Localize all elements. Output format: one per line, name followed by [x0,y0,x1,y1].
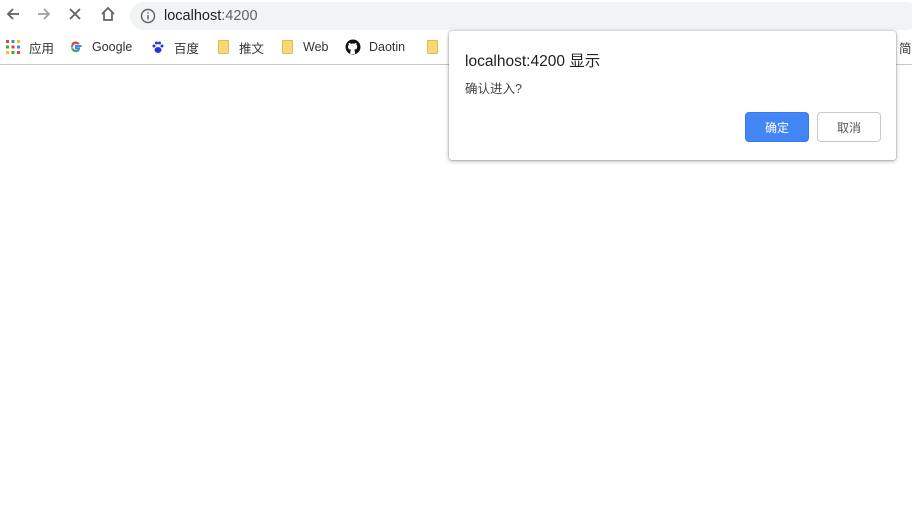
bookmark-google[interactable]: Google [68,32,132,62]
forward-arrow-icon [35,5,53,28]
bookmark-label: 百度 [174,41,200,56]
bookmark-label: Web [303,40,329,54]
home-button[interactable] [95,3,121,29]
apps-grid-icon [5,39,21,55]
github-icon [345,39,361,55]
bookmark-overflow-char: 简 [899,41,912,56]
home-icon [99,5,117,28]
confirm-dialog: localhost:4200 显示 确认进入? 确定 取消 [449,31,896,160]
folder-icon [215,39,231,55]
bookmark-label: 应用 [29,41,55,56]
bookmark-label: 推文 [239,41,265,56]
url-port: :4200 [221,8,258,24]
bookmark-daotin[interactable]: Daotin [345,32,405,62]
stop-loading-button[interactable] [62,3,88,29]
bookmark-baidu[interactable]: 百度 [150,32,199,62]
bookmark-label: Google [92,40,133,54]
dialog-message: 确认进入? [465,82,522,96]
ok-button[interactable]: 确定 [745,112,809,142]
address-bar[interactable]: localhost:4200 [130,2,912,30]
forward-button[interactable] [31,3,57,29]
url-text: localhost:4200 [164,7,258,25]
bookmark-overflow[interactable]: 简 [899,32,912,62]
bookmark-label: Daotin [369,40,406,54]
folder-icon [424,39,440,55]
browser-toolbar: localhost:4200 [0,0,912,32]
dialog-title: localhost:4200 显示 [465,53,601,70]
back-arrow-icon [4,5,22,28]
info-icon[interactable] [140,8,156,24]
cancel-button[interactable]: 取消 [817,112,881,142]
baidu-paw-icon [150,39,166,55]
folder-icon [279,39,295,55]
google-icon [68,39,84,55]
bookmark-apps[interactable]: 应用 [5,32,54,62]
stop-loading-icon [67,6,83,27]
bookmark-folder-tuiwen[interactable]: 推文 [215,32,264,62]
bookmark-folder-partial[interactable] [424,32,448,62]
back-button[interactable] [0,3,26,29]
bookmark-folder-web[interactable]: Web [279,32,328,62]
url-host: localhost [164,8,222,24]
